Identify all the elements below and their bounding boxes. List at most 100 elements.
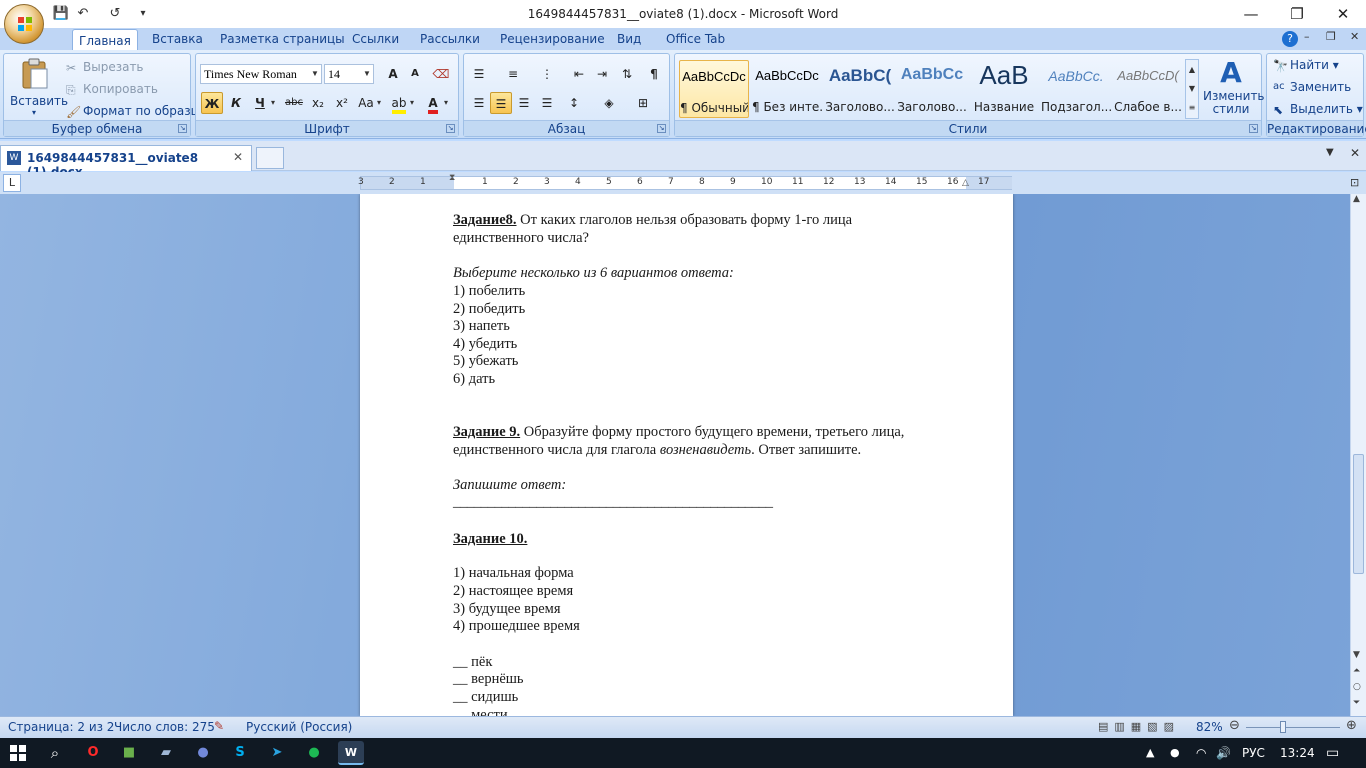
zoom-out-icon[interactable]: ⊖ bbox=[1229, 718, 1240, 733]
customize-qat-icon[interactable]: ▾ bbox=[134, 5, 152, 23]
bullets-icon[interactable]: ☰ bbox=[468, 63, 490, 85]
tab-office-tab[interactable]: Office Tab bbox=[660, 28, 731, 50]
opera-icon[interactable]: O bbox=[80, 741, 106, 765]
shrink-font-button[interactable]: A bbox=[404, 63, 426, 85]
telegram-icon[interactable]: ➤ bbox=[264, 741, 290, 765]
sort-icon[interactable]: ⇅ bbox=[616, 63, 638, 85]
cut-button[interactable]: ✂ Вырезать bbox=[66, 60, 144, 75]
indent-marker-icon[interactable]: ⧗ bbox=[449, 173, 455, 183]
doc-minimize-icon[interactable]: – bbox=[1304, 30, 1310, 43]
zoom-slider-handle[interactable] bbox=[1280, 721, 1286, 733]
show-marks-icon[interactable]: ¶ bbox=[643, 63, 665, 85]
doc-restore-icon[interactable]: ❐ bbox=[1326, 30, 1336, 43]
input-language[interactable]: РУС bbox=[1242, 738, 1265, 768]
format-painter-button[interactable]: 🖌 Формат по образцу bbox=[66, 104, 206, 119]
borders-icon[interactable]: ⊞ bbox=[632, 92, 654, 114]
strikethrough-button[interactable]: abc bbox=[283, 92, 305, 114]
multilevel-list-icon[interactable]: ⋮ bbox=[536, 63, 558, 85]
office-button[interactable] bbox=[4, 4, 44, 44]
clear-format-icon[interactable]: ⌫ bbox=[430, 63, 452, 85]
language-indicator[interactable]: Русский (Россия) bbox=[246, 720, 352, 734]
underline-button[interactable]: Ч bbox=[249, 92, 271, 114]
word-taskbar-icon[interactable]: W bbox=[338, 741, 364, 765]
line-spacing-icon[interactable]: ↕ bbox=[563, 92, 585, 114]
undo-icon[interactable]: ↶ bbox=[74, 5, 92, 23]
zoom-level[interactable]: 82% bbox=[1196, 720, 1223, 734]
spotify-icon[interactable]: ● bbox=[301, 741, 327, 765]
subscript-button[interactable]: x₂ bbox=[307, 92, 329, 114]
tab-page-layout[interactable]: Разметка страницы bbox=[214, 28, 351, 50]
new-tab-button[interactable] bbox=[256, 147, 284, 169]
find-button[interactable]: 🔭 Найти ▾ bbox=[1273, 58, 1339, 73]
help-icon[interactable]: ? bbox=[1282, 31, 1298, 47]
tab-home[interactable]: Главная bbox=[72, 29, 138, 51]
spelling-icon[interactable]: ✎ bbox=[214, 719, 224, 733]
align-left-icon[interactable]: ☰ bbox=[468, 92, 490, 114]
right-indent-marker-icon[interactable]: △ bbox=[962, 178, 969, 188]
search-icon[interactable]: ⌕ bbox=[42, 741, 68, 765]
tab-view[interactable]: Вид bbox=[611, 28, 647, 50]
increase-indent-icon[interactable]: ⇥ bbox=[591, 63, 613, 85]
scroll-down-icon[interactable]: ▼ bbox=[1353, 650, 1360, 660]
notifications-icon[interactable]: ▭ bbox=[1326, 738, 1339, 768]
replace-button[interactable]: ac Заменить bbox=[1273, 80, 1351, 95]
discord-icon[interactable]: ● bbox=[190, 741, 216, 765]
change-styles-button[interactable]: A Изменить стили bbox=[1203, 56, 1265, 120]
grow-font-button[interactable]: A bbox=[382, 63, 404, 85]
files-icon[interactable]: ▰ bbox=[153, 741, 179, 765]
clock[interactable]: 13:24 bbox=[1280, 738, 1315, 768]
font-size-combo[interactable]: 14 ▼ bbox=[324, 64, 374, 84]
style-no-spacing[interactable]: AaBbCcDc ¶ Без инте... bbox=[752, 60, 822, 118]
view-buttons-icon[interactable]: ▤▥▦▧▨ bbox=[1098, 720, 1184, 735]
tab-insert[interactable]: Вставка bbox=[146, 28, 209, 50]
skype-icon[interactable]: S bbox=[227, 741, 253, 765]
tab-mailings[interactable]: Рассылки bbox=[414, 28, 486, 50]
next-page-icon[interactable]: ⏷ bbox=[1353, 698, 1360, 708]
volume-icon[interactable]: 🔊 bbox=[1216, 738, 1231, 768]
tab-references[interactable]: Ссылки bbox=[346, 28, 405, 50]
word-count[interactable]: Число слов: 275 bbox=[114, 720, 215, 734]
styles-scroll[interactable]: ▲ ▼ ≡ bbox=[1185, 59, 1199, 119]
zoom-in-icon[interactable]: ⊕ bbox=[1346, 718, 1357, 733]
superscript-button[interactable]: x² bbox=[331, 92, 353, 114]
close-tab-icon[interactable]: ✕ bbox=[1350, 146, 1360, 160]
font-name-combo[interactable]: Times New Roman ▼ bbox=[200, 64, 322, 84]
discord-tray-icon[interactable]: ● bbox=[1170, 738, 1180, 768]
clipboard-launcher-icon[interactable]: ↘ bbox=[178, 124, 187, 133]
scroll-up-icon[interactable]: ▲ bbox=[1353, 194, 1360, 204]
zoom-slider[interactable] bbox=[1246, 727, 1340, 728]
style-heading-1[interactable]: AaBbC( Заголово... bbox=[825, 60, 895, 118]
font-launcher-icon[interactable]: ↘ bbox=[446, 124, 455, 133]
tab-review[interactable]: Рецензирование bbox=[494, 28, 611, 50]
change-case-button[interactable]: Aa bbox=[355, 92, 377, 114]
style-heading-2[interactable]: AaBbCc Заголово... bbox=[897, 60, 967, 118]
style-normal[interactable]: AaBbCcDc ¶ Обычный bbox=[679, 60, 749, 118]
redo-icon[interactable]: ↺ bbox=[106, 5, 124, 23]
doc-close-icon[interactable]: ✕ bbox=[1350, 30, 1359, 43]
italic-button[interactable]: К bbox=[225, 92, 247, 114]
bold-button[interactable]: Ж bbox=[201, 92, 223, 114]
page-indicator[interactable]: Страница: 2 из 2 bbox=[8, 720, 114, 734]
restore-button[interactable]: ❐ bbox=[1274, 0, 1320, 28]
copy-button[interactable]: ⎘ Копировать bbox=[66, 82, 158, 97]
font-color-button[interactable]: A bbox=[422, 92, 444, 114]
windows-start-icon[interactable] bbox=[10, 745, 26, 761]
highlight-button[interactable]: ab bbox=[388, 92, 410, 114]
select-button[interactable]: ⬉ Выделить ▾ bbox=[1273, 102, 1363, 117]
save-icon[interactable]: 💾 bbox=[52, 5, 70, 23]
view-ruler-icon[interactable]: ⊡ bbox=[1350, 176, 1364, 190]
shading-icon[interactable]: ◈ bbox=[598, 92, 620, 114]
select-browse-object-icon[interactable]: ○ bbox=[1353, 682, 1361, 692]
horizontal-ruler[interactable]: 3 2 1 1 2 3 4 5 6 7 8 9 10 11 12 13 14 15 16 17 ⧗ △ bbox=[358, 173, 1012, 190]
style-subtle-emphasis[interactable]: AaBbCcD( Слабое в... bbox=[1113, 60, 1183, 118]
scroll-thumb[interactable] bbox=[1353, 454, 1364, 574]
align-right-icon[interactable]: ☰ bbox=[513, 92, 535, 114]
tray-chevron-icon[interactable]: ▲ bbox=[1146, 738, 1154, 768]
paragraph-launcher-icon[interactable]: ↘ bbox=[657, 124, 666, 133]
style-subtitle[interactable]: AaBbCc. Подзагол... bbox=[1041, 60, 1111, 118]
styles-launcher-icon[interactable]: ↘ bbox=[1249, 124, 1258, 133]
tab-list-icon[interactable]: ▼ bbox=[1326, 147, 1334, 158]
document-page[interactable]: Задание8. От каких глаголов нельзя образ… bbox=[360, 194, 1013, 716]
decrease-indent-icon[interactable]: ⇤ bbox=[568, 63, 590, 85]
align-center-icon[interactable]: ☰ bbox=[490, 92, 512, 114]
